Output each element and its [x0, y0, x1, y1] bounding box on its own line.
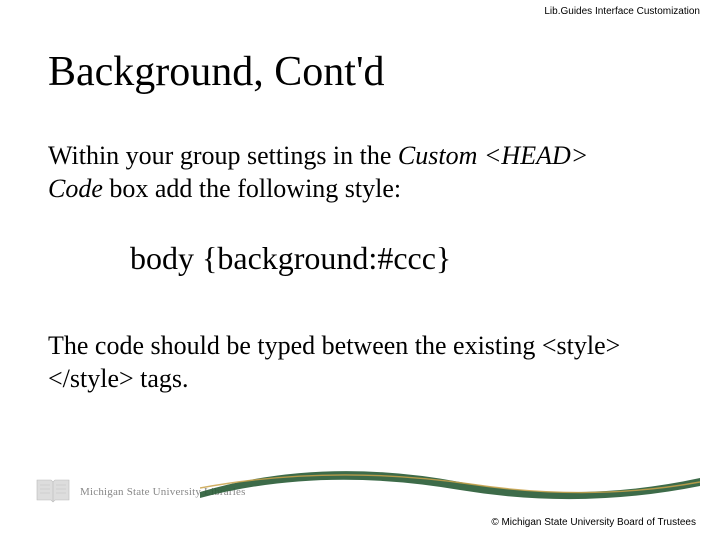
code-example: body {background:#ccc}: [130, 240, 451, 277]
copyright-text: © Michigan State University Board of Tru…: [491, 517, 696, 528]
book-icon: [35, 476, 71, 504]
footer-logo-area: Michigan State University Libraries: [20, 460, 700, 510]
slide-title: Background, Cont'd: [48, 48, 385, 96]
intro-text-1: Within your group settings in the: [48, 141, 398, 170]
intro-text-2: box add the following style:: [103, 174, 401, 203]
instruction-paragraph: The code should be typed between the exi…: [48, 330, 648, 395]
intro-paragraph: Within your group settings in the Custom…: [48, 140, 648, 205]
header-label: Lib.Guides Interface Customization: [544, 6, 700, 17]
swoosh-graphic: [200, 462, 700, 502]
